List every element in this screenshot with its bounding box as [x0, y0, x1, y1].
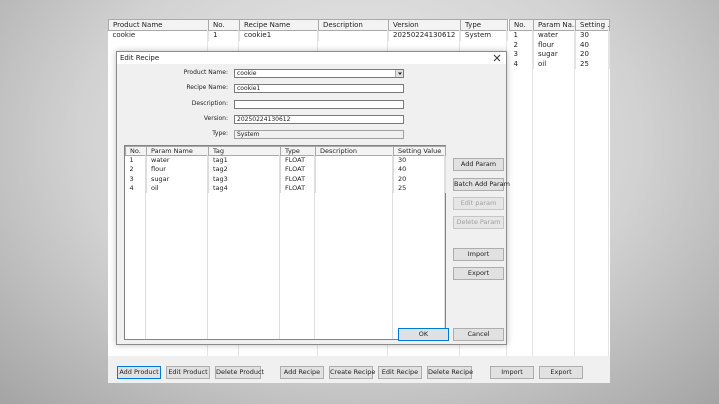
dialog-title: Edit Recipe — [120, 54, 160, 62]
close-icon[interactable] — [492, 53, 502, 63]
column-header[interactable]: No. — [509, 19, 534, 31]
column-header[interactable]: Param Na... — [533, 19, 576, 31]
export-button[interactable]: Export — [539, 366, 583, 379]
ok-button[interactable]: OK — [398, 328, 449, 341]
delete-product-button[interactable]: Delete Product — [215, 366, 264, 379]
product-name-label: Product Name: — [183, 69, 228, 76]
column-line — [125, 155, 146, 339]
recipe-name-input[interactable]: cookie1 — [234, 84, 404, 93]
column-header[interactable]: Description — [318, 19, 389, 31]
backdrop: Product Name No. Recipe Name Description Ver… — [0, 0, 719, 404]
create-recipe-button[interactable]: Create Recipe — [329, 366, 375, 379]
params-edit-grid[interactable]: No. Param Name Tag Type Description Setting V… — [124, 145, 446, 340]
dialog-export-button[interactable]: Export — [453, 267, 504, 280]
cancel-button[interactable]: Cancel — [453, 328, 504, 341]
column-header[interactable]: No. — [208, 19, 240, 31]
product-name-combobox[interactable]: cookie — [234, 69, 404, 78]
column-header[interactable]: Type — [460, 19, 508, 31]
delete-recipe-button[interactable]: Delete Recipe — [427, 366, 473, 379]
column-header[interactable]: Recipe Name — [239, 19, 319, 31]
version-label: Version: — [203, 115, 228, 122]
column-line — [393, 155, 445, 339]
type-label: Type: — [212, 130, 228, 137]
products-header-row: Product Name No. Recipe Name Description Ver… — [108, 19, 508, 31]
column-line — [146, 155, 208, 339]
product-name-value: cookie — [237, 70, 257, 77]
add-param-button[interactable]: Add Param — [453, 158, 504, 171]
add-recipe-button[interactable]: Add Recipe — [280, 366, 324, 379]
description-label: Description: — [191, 100, 228, 107]
edit-product-button[interactable]: Edit Product — [166, 366, 210, 379]
column-line — [280, 155, 315, 339]
recipe-name-label: Recipe Name: — [186, 84, 228, 91]
column-header[interactable]: Product Name — [108, 19, 209, 31]
edit-recipe-button[interactable]: Edit Recipe — [378, 366, 422, 379]
dialog-import-button[interactable]: Import — [453, 248, 504, 261]
type-field: System — [234, 130, 404, 139]
column-line — [575, 30, 609, 356]
edit-param-button[interactable]: Edit param — [453, 197, 504, 210]
column-line — [533, 30, 575, 356]
column-line — [208, 155, 280, 339]
dialog-title-bar: Edit Recipe — [117, 52, 506, 64]
column-header[interactable]: Setting ... — [575, 19, 610, 31]
version-input[interactable]: 20250224130612 — [234, 115, 404, 124]
column-header[interactable]: Version — [388, 19, 461, 31]
bottom-toolbar: Add Product Edit Product Delete Product … — [108, 356, 610, 383]
import-button[interactable]: Import — [490, 366, 534, 379]
edit-recipe-dialog: Edit Recipe Product Name: cookie Recipe … — [116, 51, 510, 345]
add-product-button[interactable]: Add Product — [117, 366, 161, 379]
batch-add-param-button[interactable]: Batch Add Param — [453, 178, 510, 191]
column-line — [315, 155, 393, 339]
column-line — [509, 30, 533, 356]
chevron-down-icon[interactable] — [395, 70, 403, 77]
delete-param-button[interactable]: Delete Param — [453, 216, 504, 229]
description-input[interactable] — [234, 100, 404, 109]
params-header-row: No.Param Na...Setting ... — [509, 19, 610, 31]
